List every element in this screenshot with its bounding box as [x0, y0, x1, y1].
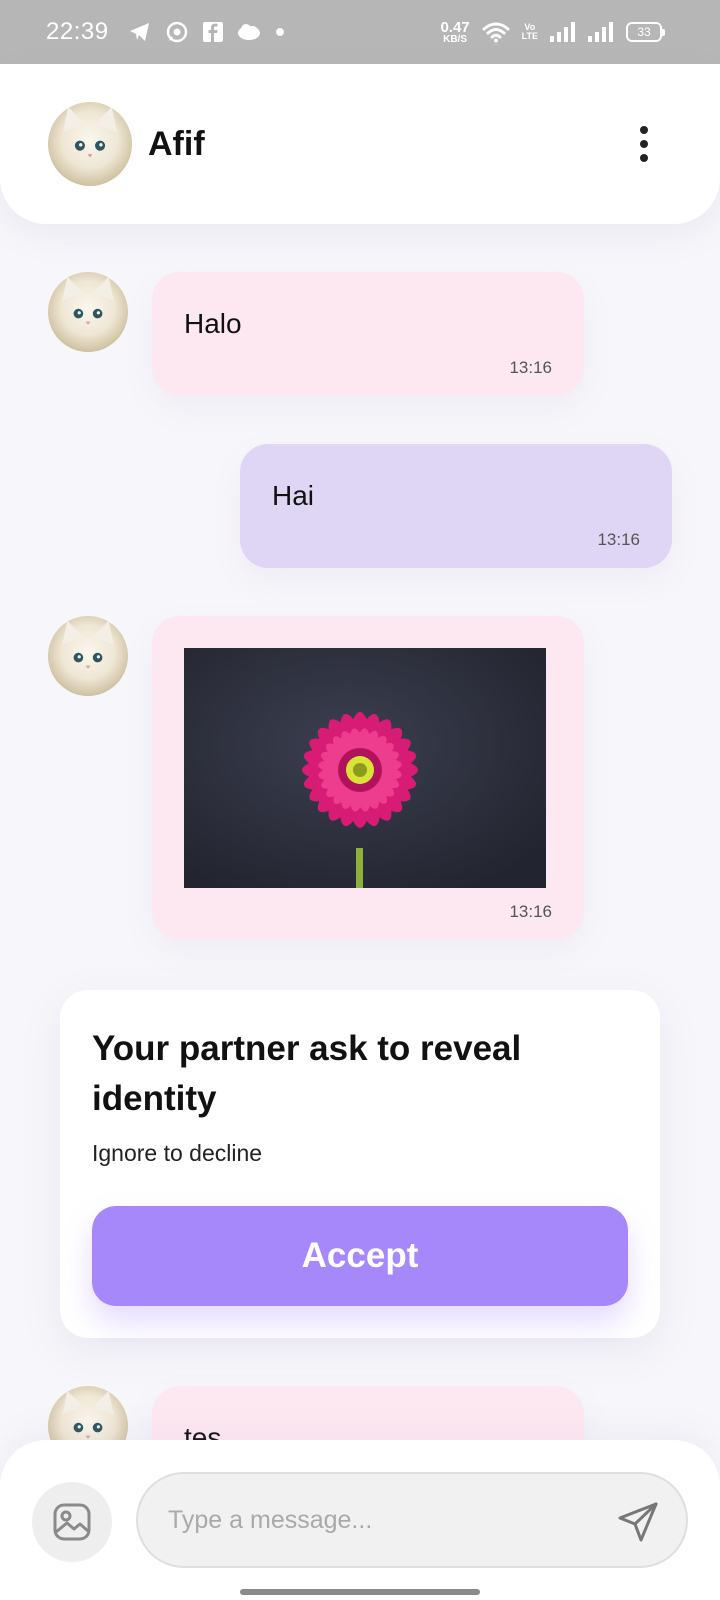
system-indicators: 0.47 KB/S Vo LTE 33: [440, 0, 665, 64]
status-time: 22:39: [46, 18, 109, 45]
dot-icon: [275, 28, 284, 36]
message-bubble-outgoing[interactable]: Hai 13:16: [240, 444, 672, 568]
more-vertical-icon[interactable]: [638, 126, 650, 162]
message-image[interactable]: [184, 648, 546, 888]
message-text: Halo: [184, 308, 242, 339]
reveal-identity-card: Your partner ask to reveal identity Igno…: [60, 990, 660, 1338]
battery-level: 33: [637, 25, 651, 39]
cat-avatar-icon: [62, 276, 114, 325]
reveal-title: Your partner ask to reveal identity: [92, 1029, 522, 1118]
status-bar: 22:39 0.47 KB/S Vo LTE 33: [0, 0, 720, 64]
volte-bottom: LTE: [521, 31, 538, 41]
message-avatar[interactable]: [48, 616, 128, 696]
home-indicator[interactable]: [240, 1589, 480, 1595]
message-avatar[interactable]: [48, 272, 128, 352]
network-speed-value: 0.47: [440, 18, 470, 36]
network-speed-unit: KB/S: [443, 33, 467, 45]
telegram-icon: [129, 23, 149, 41]
contact-avatar[interactable]: [48, 102, 132, 186]
notification-icons: [129, 20, 285, 44]
message-composer: [0, 1440, 720, 1600]
wifi-icon: [482, 22, 510, 43]
battery-icon: 33: [626, 22, 665, 42]
message-time: 13:16: [597, 530, 640, 549]
network-speed: 0.47 KB/S: [440, 20, 469, 45]
cat-avatar-icon: [63, 107, 117, 158]
send-icon[interactable]: [616, 1500, 660, 1544]
reveal-subtitle: Ignore to decline: [92, 1140, 263, 1166]
accept-button[interactable]: Accept: [92, 1206, 628, 1306]
message-time: 13:16: [509, 358, 552, 377]
cloud-icon: [237, 24, 260, 40]
contact-name[interactable]: Afif: [148, 125, 205, 164]
send-glyph: [618, 1502, 658, 1542]
image-attach-glyph: [53, 1503, 91, 1541]
image-icon[interactable]: [32, 1482, 112, 1562]
facebook-icon: [202, 22, 223, 42]
message-input[interactable]: [168, 1498, 598, 1542]
message-bubble-incoming[interactable]: Halo 13:16: [152, 272, 584, 396]
cat-avatar-icon: [62, 620, 114, 669]
message-text: Hai: [272, 480, 315, 511]
flower-image: [184, 648, 546, 888]
signal-icon: [550, 22, 575, 42]
message-bubble-image[interactable]: 13:16: [152, 616, 584, 940]
signal-icon-2: [588, 22, 613, 42]
whatsapp-icon: [166, 21, 187, 43]
message-time: 13:16: [509, 902, 552, 921]
chat-header: Afif: [0, 64, 720, 224]
volte-indicator: Vo LTE: [522, 23, 538, 41]
message-input-wrapper: [136, 1472, 688, 1568]
